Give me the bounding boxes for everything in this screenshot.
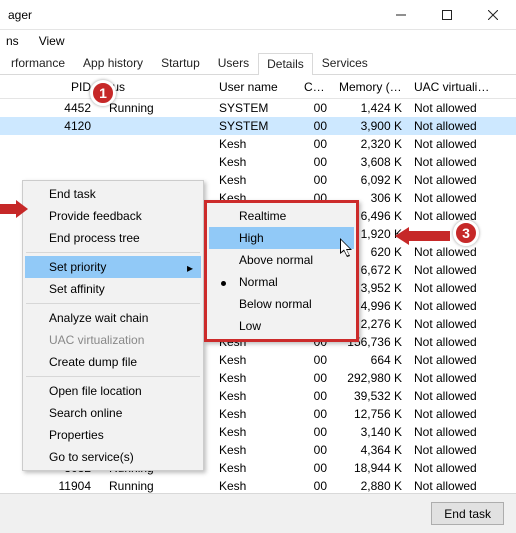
- annotation-arrow-left: [0, 200, 28, 218]
- tab-strip: rformanceApp historyStartupUsersDetailsS…: [0, 51, 516, 75]
- menubar: ns View: [0, 30, 516, 51]
- menu-item-create-dump-file[interactable]: Create dump file: [25, 351, 201, 373]
- menu-item-analyze-wait-chain[interactable]: Analyze wait chain: [25, 307, 201, 329]
- tab-app-history[interactable]: App history: [74, 52, 152, 74]
- annotation-badge-1: 1: [90, 80, 116, 106]
- menu-item-end-process-tree[interactable]: End process tree: [25, 227, 201, 249]
- header-uac[interactable]: UAC virtualizat...: [408, 80, 498, 94]
- header-user[interactable]: User name: [213, 80, 298, 94]
- minimize-button[interactable]: [378, 0, 424, 30]
- priority-normal[interactable]: Normal: [209, 271, 354, 293]
- tab-rformance[interactable]: rformance: [2, 52, 74, 74]
- priority-realtime[interactable]: Realtime: [209, 205, 354, 227]
- menu-item-set-priority[interactable]: Set priority▸: [25, 256, 201, 278]
- close-button[interactable]: [470, 0, 516, 30]
- tab-services[interactable]: Services: [313, 52, 377, 74]
- maximize-button[interactable]: [424, 0, 470, 30]
- menu-item-search-online[interactable]: Search online: [25, 402, 201, 424]
- priority-below-normal[interactable]: Below normal: [209, 293, 354, 315]
- column-headers: PID tus User name CPU Memory (a... UAC v…: [0, 75, 516, 99]
- footer: End task: [0, 493, 516, 533]
- menu-view[interactable]: View: [35, 32, 69, 50]
- priority-high[interactable]: High: [209, 227, 354, 249]
- menu-item-properties[interactable]: Properties: [25, 424, 201, 446]
- priority-submenu: RealtimeHighAbove normalNormalBelow norm…: [204, 200, 359, 342]
- annotation-arrow-right: [395, 227, 450, 245]
- priority-above-normal[interactable]: Above normal: [209, 249, 354, 271]
- tab-startup[interactable]: Startup: [152, 52, 209, 74]
- annotation-badge-3: 3: [453, 220, 479, 246]
- table-row[interactable]: 4452RunningSYSTEM001,424 KNot allowed: [0, 99, 516, 117]
- end-task-button[interactable]: End task: [431, 502, 504, 525]
- titlebar: ager: [0, 0, 516, 30]
- menu-item-set-affinity[interactable]: Set affinity: [25, 278, 201, 300]
- header-cpu[interactable]: CPU: [298, 80, 333, 94]
- table-row[interactable]: Kesh003,608 KNot allowed: [0, 153, 516, 171]
- menu-item-open-file-location[interactable]: Open file location: [25, 380, 201, 402]
- window-title: ager: [0, 8, 378, 22]
- tab-users[interactable]: Users: [209, 52, 258, 74]
- header-status[interactable]: tus: [103, 80, 213, 94]
- header-memory[interactable]: Memory (a...: [333, 80, 408, 94]
- priority-low[interactable]: Low: [209, 315, 354, 337]
- tab-details[interactable]: Details: [258, 53, 313, 75]
- table-row[interactable]: 4120SYSTEM003,900 KNot allowed: [0, 117, 516, 135]
- cursor-icon: [340, 238, 358, 260]
- menu-item-end-task[interactable]: End task: [25, 183, 201, 205]
- context-menu: End taskProvide feedbackEnd process tree…: [22, 180, 204, 471]
- menu-item-uac-virtualization: UAC virtualization: [25, 329, 201, 351]
- menu-item-go-to-service-s-[interactable]: Go to service(s): [25, 446, 201, 468]
- menu-options[interactable]: ns: [2, 32, 23, 50]
- table-row[interactable]: Kesh002,320 KNot allowed: [0, 135, 516, 153]
- menu-item-provide-feedback[interactable]: Provide feedback: [25, 205, 201, 227]
